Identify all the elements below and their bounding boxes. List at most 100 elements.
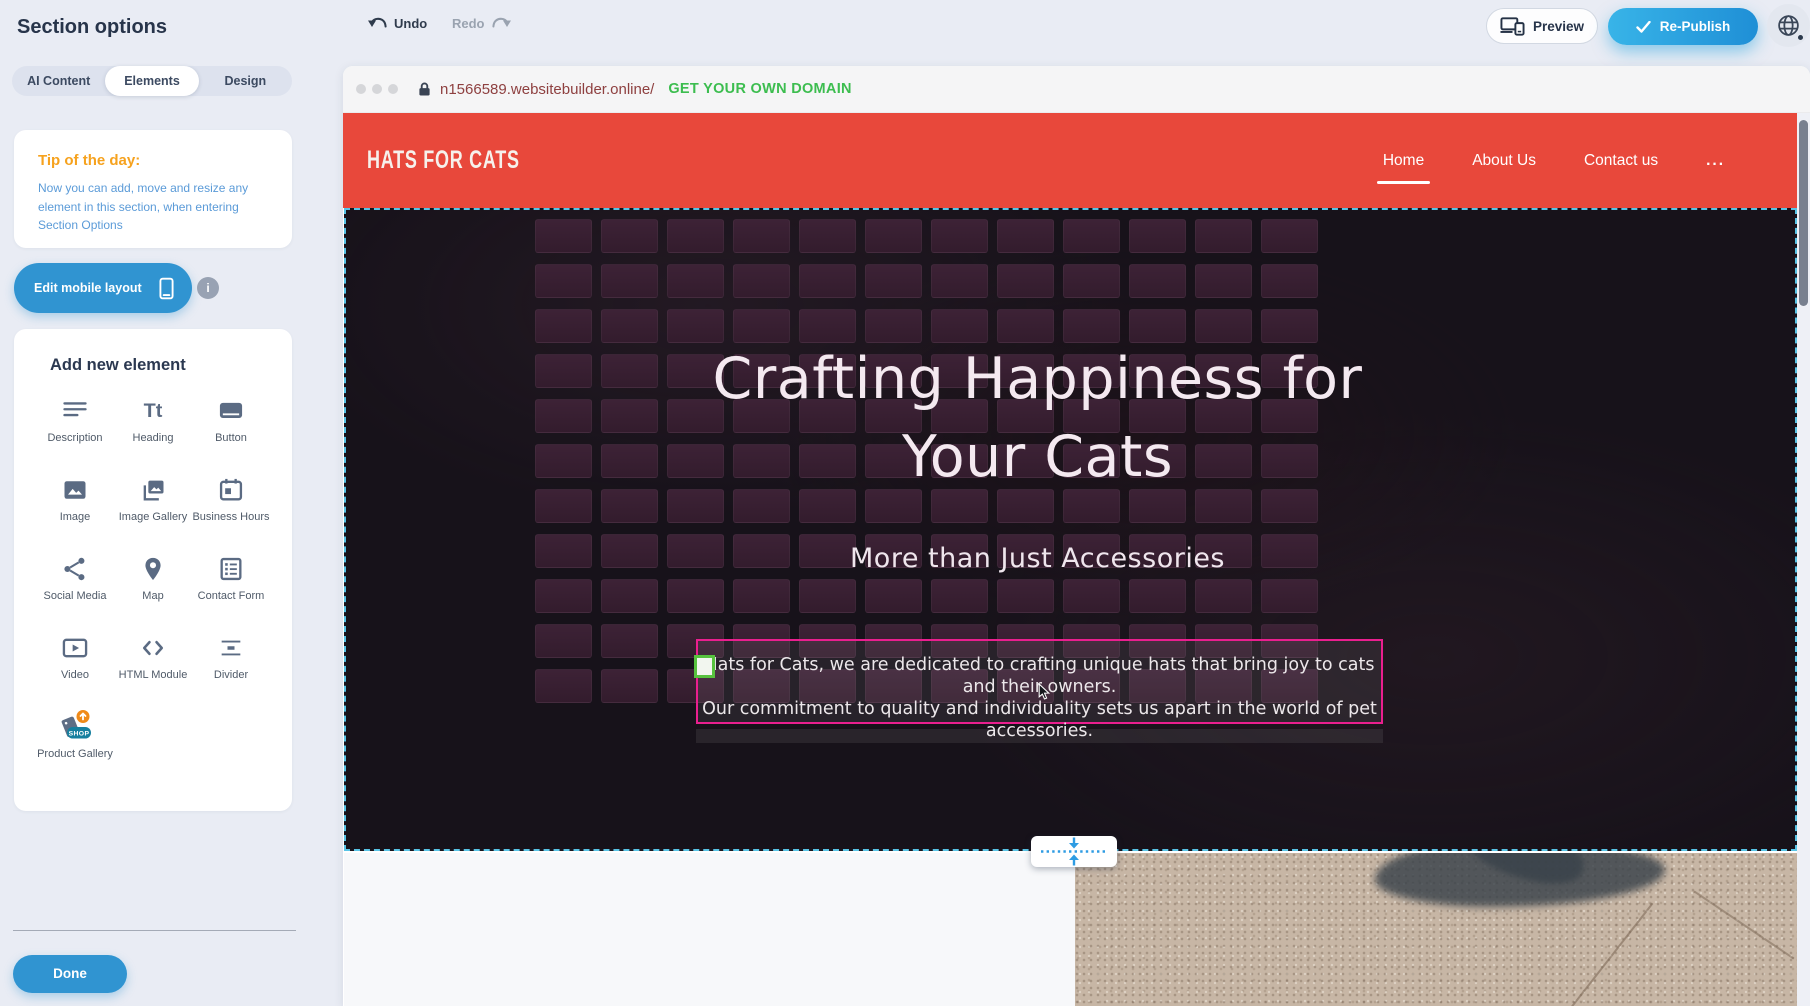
redo-button[interactable]: Redo bbox=[452, 16, 511, 31]
undo-button[interactable]: Undo bbox=[368, 16, 427, 31]
nav-item-home[interactable]: Home bbox=[1381, 146, 1426, 176]
get-your-own-domain-link[interactable]: GET YOUR OWN DOMAIN bbox=[668, 81, 851, 97]
nav-item-contact-us[interactable]: Contact us bbox=[1582, 146, 1660, 176]
add-element-label: Business Hours bbox=[192, 510, 269, 524]
video-icon bbox=[61, 632, 89, 664]
hero-tile bbox=[865, 579, 922, 613]
hero-section-selected[interactable]: Crafting Happiness for Your Cats More th… bbox=[344, 208, 1797, 851]
drag-handle[interactable] bbox=[694, 655, 715, 678]
window-dots bbox=[356, 84, 398, 94]
site-logo[interactable]: HATS FOR CATS bbox=[367, 146, 520, 175]
site-url: n1566589.websitebuilder.online/ bbox=[440, 81, 654, 98]
nav-more-menu[interactable]: ... bbox=[1704, 146, 1727, 176]
html-module-icon bbox=[139, 632, 167, 664]
hero-tile bbox=[1063, 579, 1120, 613]
hero-content: Crafting Happiness for Your Cats More th… bbox=[346, 210, 1729, 574]
hero-subheading[interactable]: More than Just Accessories bbox=[346, 543, 1729, 574]
hero-tile bbox=[997, 579, 1054, 613]
panel-divider bbox=[13, 930, 296, 931]
tip-of-the-day-card: Tip of the day: Now you can add, move an… bbox=[14, 130, 292, 248]
heading-icon: Tt bbox=[139, 395, 167, 427]
language-globe-button[interactable] bbox=[1767, 4, 1810, 47]
product-gallery-icon: SHOP bbox=[55, 711, 95, 743]
add-element-label: Image bbox=[60, 510, 91, 524]
site-nav: Home About Us Contact us ... bbox=[1381, 113, 1727, 208]
tab-design[interactable]: Design bbox=[199, 66, 292, 96]
check-icon bbox=[1636, 21, 1651, 33]
lock-icon bbox=[418, 81, 431, 97]
add-element-label: Divider bbox=[214, 668, 248, 682]
site-header: HATS FOR CATS Home About Us Contact us .… bbox=[343, 113, 1797, 208]
add-element-video[interactable]: Video bbox=[36, 632, 114, 711]
preview-button[interactable]: Preview bbox=[1486, 8, 1598, 44]
tile-grout-line bbox=[1694, 891, 1795, 960]
add-element-label: Heading bbox=[133, 431, 174, 445]
redo-icon bbox=[491, 17, 511, 31]
divider-icon bbox=[217, 632, 245, 664]
text-element-selected[interactable]: Hats for Cats, we are dedicated to craft… bbox=[696, 639, 1383, 724]
hero-tile bbox=[1261, 579, 1318, 613]
add-element-contact-form[interactable]: Contact Form bbox=[192, 553, 270, 632]
hero-heading[interactable]: Crafting Happiness for Your Cats bbox=[346, 340, 1729, 496]
map-icon bbox=[139, 553, 167, 585]
add-element-label: Image Gallery bbox=[119, 510, 187, 524]
add-element-social-media[interactable]: Social Media bbox=[36, 553, 114, 632]
hero-tile bbox=[601, 624, 658, 658]
next-section-background bbox=[344, 853, 1075, 1006]
preview-scrollbar bbox=[1797, 113, 1810, 1006]
add-element-label: Social Media bbox=[44, 589, 107, 603]
description-icon bbox=[61, 395, 89, 427]
add-element-grid: Description Tt Heading Button Image bbox=[36, 395, 270, 790]
undo-icon bbox=[368, 17, 388, 31]
add-element-label: Description bbox=[47, 431, 102, 445]
add-element-image-gallery[interactable]: Image Gallery bbox=[114, 474, 192, 553]
republish-button[interactable]: Re-Publish bbox=[1608, 8, 1758, 45]
add-element-label: HTML Module bbox=[119, 668, 188, 682]
add-element-button[interactable]: Button bbox=[192, 395, 270, 474]
tile-grout-line bbox=[1523, 903, 1654, 1006]
add-element-map[interactable]: Map bbox=[114, 553, 192, 632]
floor-image bbox=[1075, 853, 1797, 1006]
add-element-business-hours[interactable]: Business Hours bbox=[192, 474, 270, 553]
edit-mobile-layout-label: Edit mobile layout bbox=[34, 281, 159, 295]
tab-ai-content[interactable]: AI Content bbox=[12, 66, 105, 96]
tab-elements[interactable]: Elements bbox=[105, 66, 198, 96]
scrollbar-thumb[interactable] bbox=[1799, 120, 1808, 306]
done-button[interactable]: Done bbox=[13, 955, 127, 993]
add-element-label: Contact Form bbox=[198, 589, 265, 603]
add-element-description[interactable]: Description bbox=[36, 395, 114, 474]
add-element-divider[interactable]: Divider bbox=[192, 632, 270, 711]
republish-label: Re-Publish bbox=[1660, 19, 1731, 34]
hero-tile bbox=[667, 579, 724, 613]
hero-tile bbox=[733, 579, 790, 613]
phone-icon bbox=[159, 277, 174, 300]
add-element-label: Button bbox=[215, 431, 247, 445]
social-media-icon bbox=[61, 553, 89, 585]
hero-tile bbox=[601, 669, 658, 703]
image-gallery-icon bbox=[139, 474, 167, 506]
add-element-image[interactable]: Image bbox=[36, 474, 114, 553]
button-icon bbox=[217, 395, 245, 427]
window-dot bbox=[388, 84, 398, 94]
hero-tile bbox=[931, 579, 988, 613]
nav-item-about-us[interactable]: About Us bbox=[1470, 146, 1538, 176]
add-element-panel: Add new element Description Tt Heading B… bbox=[14, 329, 292, 811]
hero-heading-line1: Crafting Happiness for bbox=[346, 340, 1729, 418]
image-icon bbox=[61, 474, 89, 506]
window-dot bbox=[356, 84, 366, 94]
mouse-cursor bbox=[1038, 683, 1051, 700]
info-icon[interactable]: i bbox=[197, 277, 219, 299]
hero-tile bbox=[535, 669, 592, 703]
app-root: Section options AI Content Elements Desi… bbox=[0, 0, 1810, 1006]
section-resize-handle[interactable] bbox=[1031, 836, 1117, 867]
add-element-html-module[interactable]: HTML Module bbox=[114, 632, 192, 711]
add-element-heading[interactable]: Tt Heading bbox=[114, 395, 192, 474]
window-dot bbox=[372, 84, 382, 94]
hero-heading-line2: Your Cats bbox=[346, 418, 1729, 496]
add-element-label: Video bbox=[61, 668, 89, 682]
contact-form-icon bbox=[217, 553, 245, 585]
add-element-product-gallery[interactable]: SHOP Product Gallery bbox=[36, 711, 114, 790]
hero-tile bbox=[799, 579, 856, 613]
element-ghost-bar bbox=[696, 729, 1383, 743]
edit-mobile-layout-button[interactable]: Edit mobile layout bbox=[14, 263, 192, 313]
